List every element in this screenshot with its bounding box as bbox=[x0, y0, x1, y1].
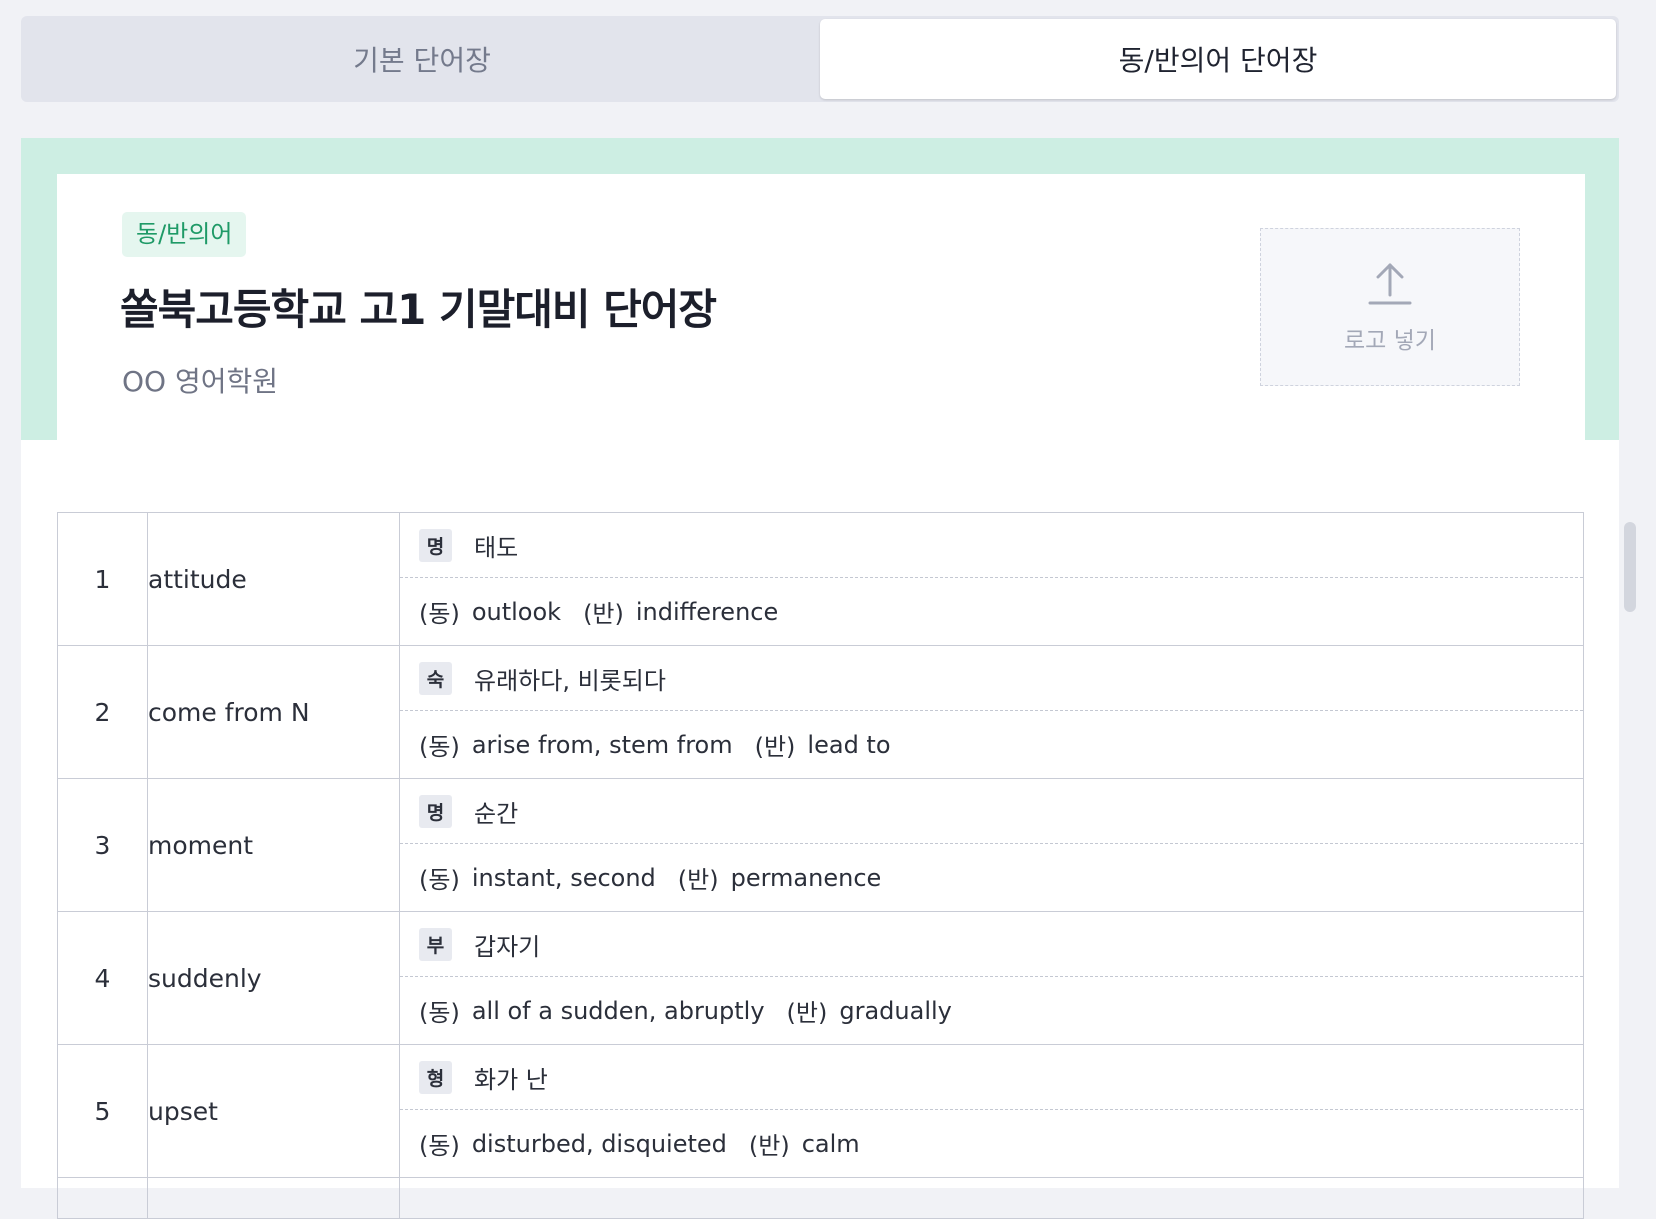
scrollbar-thumb[interactable] bbox=[1624, 522, 1636, 612]
row-word: come from N bbox=[147, 645, 400, 779]
logo-upload-button[interactable]: 로고 넣기 bbox=[1260, 228, 1520, 386]
row-word: upset bbox=[147, 1044, 400, 1178]
synonym-label: (동) bbox=[419, 733, 460, 761]
meaning-line: 숙 유래하다, 비롯되다 bbox=[400, 646, 1583, 711]
meaning-text: 화가 난 bbox=[474, 1065, 548, 1094]
meaning-text: 순간 bbox=[474, 799, 519, 828]
page-title: 쏠북고등학교 고1 기말대비 단어장 bbox=[120, 285, 717, 334]
table-row: 3 moment 명 순간 (동) instant, second (반) permanenc… bbox=[57, 778, 1584, 912]
row-number: 2 bbox=[57, 645, 148, 779]
upload-icon bbox=[1368, 263, 1412, 305]
antonym-text: gradually bbox=[839, 996, 952, 1025]
table-row: 4 suddenly 부 갑자기 (동) all of a sudden, abruptl… bbox=[57, 911, 1584, 1045]
meaning-line: 명 태도 bbox=[400, 513, 1583, 578]
row-detail: 부 갑자기 (동) all of a sudden, abruptly (반) gradu… bbox=[399, 911, 1584, 1045]
table-row: 2 come from N 숙 유래하다, 비롯되다 (동) arise from, st… bbox=[57, 645, 1584, 779]
synonym-text: instant, second bbox=[471, 863, 656, 892]
row-detail: 명 순간 (동) instant, second (반) permanence bbox=[399, 778, 1584, 912]
row-word: moment bbox=[147, 778, 400, 912]
antonym-text: calm bbox=[801, 1129, 860, 1158]
table-row bbox=[57, 1177, 1584, 1219]
meaning-text: 유래하다, 비롯되다 bbox=[474, 666, 666, 695]
antonym-text: indifference bbox=[635, 597, 779, 626]
part-of-speech-badge: 부 bbox=[419, 927, 452, 961]
part-of-speech-badge: 형 bbox=[419, 1060, 452, 1094]
meaning-line: 형 화가 난 bbox=[400, 1045, 1583, 1110]
vocab-type-tabs: 기본 단어장 동/반의어 단어장 bbox=[21, 16, 1619, 102]
row-detail: 명 태도 (동) outlook (반) indifference bbox=[399, 512, 1584, 646]
antonym-label: (반) bbox=[748, 1132, 790, 1160]
academy-name: OO 영어학원 bbox=[122, 365, 279, 398]
row-detail: 형 화가 난 (동) disturbed, disquieted (반) calm bbox=[399, 1044, 1584, 1178]
antonym-label: (반) bbox=[786, 999, 828, 1027]
tab-synonym-antonym-vocab[interactable]: 동/반의어 단어장 bbox=[820, 19, 1616, 99]
antonym-label: (반) bbox=[754, 733, 796, 761]
antonym-label: (반) bbox=[677, 866, 719, 894]
synonym-text: disturbed, disquieted bbox=[471, 1129, 727, 1158]
synonym-antonym-line: (동) outlook (반) indifference bbox=[400, 578, 1583, 645]
type-badge: 동/반의어 bbox=[122, 212, 247, 257]
row-word: suddenly bbox=[147, 911, 400, 1045]
synonym-antonym-line: (동) disturbed, disquieted (반) calm bbox=[400, 1110, 1583, 1177]
antonym-label: (반) bbox=[583, 600, 624, 628]
synonym-label: (동) bbox=[419, 600, 460, 628]
synonym-text: arise from, stem from bbox=[471, 730, 733, 759]
tab-basic-vocab[interactable]: 기본 단어장 bbox=[24, 19, 820, 99]
row-word: attitude bbox=[147, 512, 400, 646]
row-number: 3 bbox=[57, 778, 148, 912]
synonym-antonym-line: (동) instant, second (반) permanence bbox=[400, 844, 1583, 911]
logo-upload-label: 로고 넣기 bbox=[1344, 328, 1436, 354]
table-row: 5 upset 형 화가 난 (동) disturbed, disquieted (반) ca… bbox=[57, 1044, 1584, 1178]
antonym-text: permanence bbox=[730, 863, 882, 892]
vocab-table: 1 attitude 명 태도 (동) outlook (반) indifference 2 co… bbox=[57, 512, 1584, 1219]
meaning-line: 부 갑자기 bbox=[400, 912, 1583, 977]
synonym-text: outlook bbox=[471, 597, 562, 626]
part-of-speech-badge: 숙 bbox=[419, 661, 452, 695]
part-of-speech-badge: 명 bbox=[419, 794, 452, 828]
synonym-label: (동) bbox=[419, 999, 460, 1027]
row-number: 1 bbox=[57, 512, 148, 646]
row-detail: 숙 유래하다, 비롯되다 (동) arise from, stem from (반) le… bbox=[399, 645, 1584, 779]
synonym-antonym-line: (동) arise from, stem from (반) lead to bbox=[400, 711, 1583, 778]
row-number: 5 bbox=[57, 1044, 148, 1178]
synonym-antonym-line: (동) all of a sudden, abruptly (반) gradually bbox=[400, 977, 1583, 1044]
part-of-speech-badge: 명 bbox=[419, 528, 452, 562]
meaning-text: 갑자기 bbox=[474, 932, 541, 961]
antonym-text: lead to bbox=[807, 730, 891, 759]
meaning-text: 태도 bbox=[474, 533, 519, 562]
synonym-text: all of a sudden, abruptly bbox=[471, 996, 765, 1025]
synonym-label: (동) bbox=[419, 866, 460, 894]
row-number: 4 bbox=[57, 911, 148, 1045]
table-row: 1 attitude 명 태도 (동) outlook (반) indifference bbox=[57, 512, 1584, 646]
synonym-label: (동) bbox=[419, 1132, 460, 1160]
meaning-line: 명 순간 bbox=[400, 779, 1583, 844]
